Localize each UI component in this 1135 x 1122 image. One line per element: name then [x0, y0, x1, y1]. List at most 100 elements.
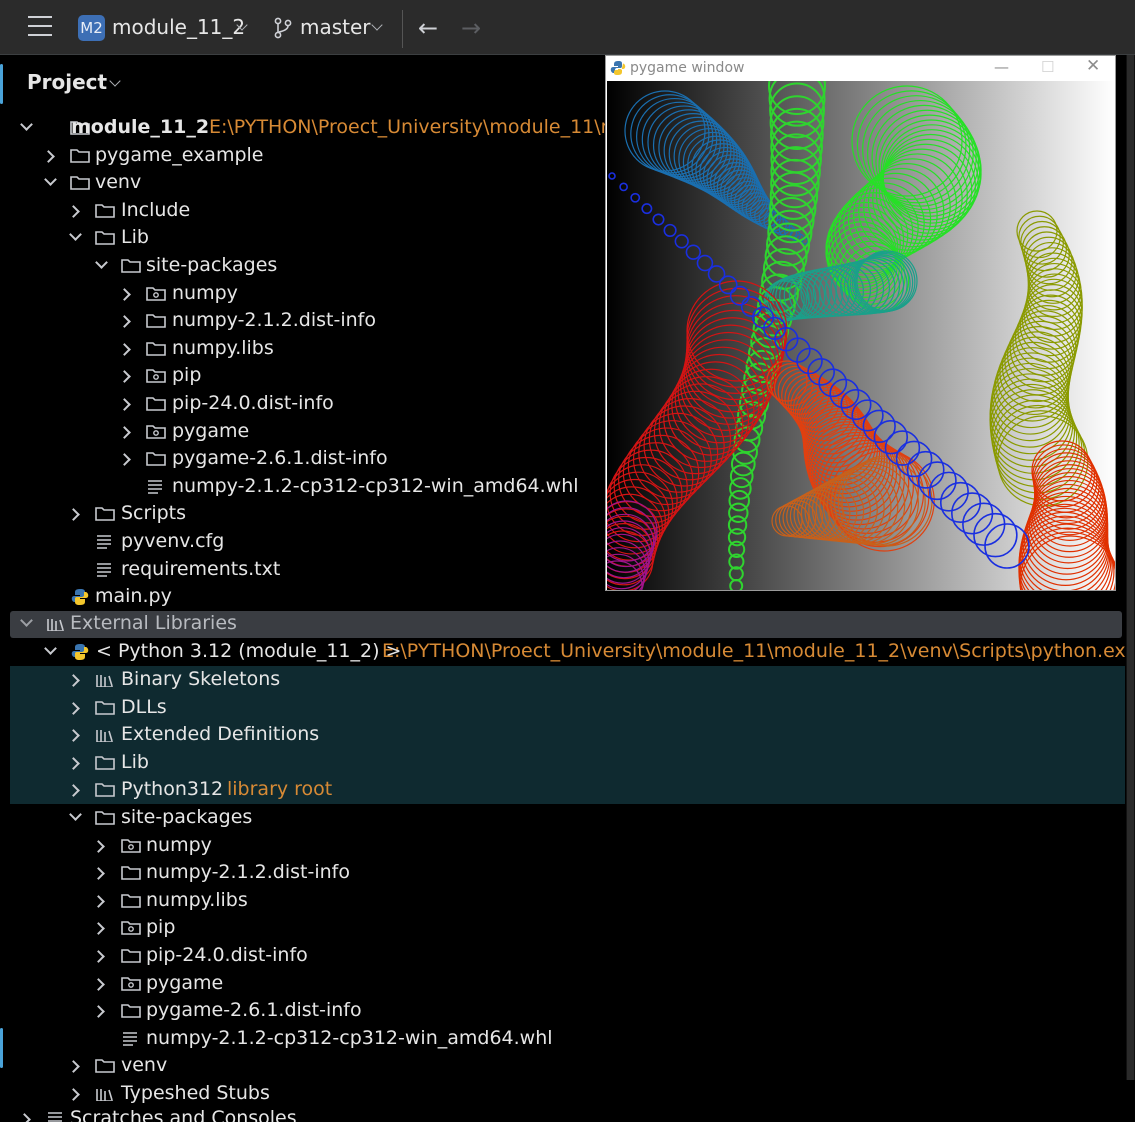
chevron-right-icon[interactable]: [92, 867, 105, 880]
chevron-right-icon[interactable]: [67, 784, 80, 797]
package-icon: [146, 369, 166, 383]
chevron-right-icon[interactable]: [92, 840, 105, 853]
tree-item-label: pip-24.0.dist-info: [146, 944, 308, 966]
branch-icon[interactable]: [273, 17, 293, 39]
folder-icon: [121, 866, 141, 880]
chevron-right-icon[interactable]: [67, 508, 80, 521]
package-icon: [146, 287, 166, 301]
pygame-titlebar[interactable]: pygame window — ☐ ✕: [606, 56, 1115, 81]
chevron-right-icon[interactable]: [118, 315, 131, 328]
tree-item-label: numpy.libs: [146, 889, 248, 911]
scrollbar[interactable]: [1126, 55, 1135, 1080]
tree-item-lib-ext[interactable]: Lib: [10, 750, 1122, 778]
tree-item-extended-definitions[interactable]: Extended Definitions: [10, 722, 1122, 750]
main-menu-icon[interactable]: [28, 16, 52, 38]
tree-item-label: pip: [172, 364, 202, 386]
tool-window-indicator[interactable]: [0, 64, 3, 104]
tree-item-python-sdk[interactable]: < Python 3.12 (module_11_2) > E:\PYTHON\…: [10, 639, 1135, 667]
tree-item-label: Include: [121, 199, 191, 221]
tool-window-indicator[interactable]: [0, 1028, 3, 1068]
folder-icon: [146, 397, 166, 411]
chevron-right-icon[interactable]: [67, 702, 80, 715]
minimize-icon[interactable]: —: [994, 58, 1009, 76]
pygame-window[interactable]: pygame window — ☐ ✕: [605, 55, 1116, 591]
tree-item-dlls[interactable]: DLLs: [10, 695, 1122, 723]
tree-item-typeshed[interactable]: Typeshed Stubs: [10, 1081, 1122, 1109]
title-bar: M2 module_11_2 master ← →: [0, 0, 1135, 55]
tree-item-python312[interactable]: Python312 library root: [10, 777, 1122, 805]
chevron-right-icon[interactable]: [18, 1113, 31, 1122]
tree-item-pygame-ext[interactable]: pygame: [10, 971, 1122, 999]
chevron-right-icon[interactable]: [92, 895, 105, 908]
branch-selector[interactable]: master: [300, 15, 371, 39]
chevron-right-icon[interactable]: [118, 453, 131, 466]
forward-arrow-icon[interactable]: →: [461, 14, 481, 42]
folder-icon: [121, 1004, 141, 1018]
tree-item-label: pygame: [146, 972, 224, 994]
chevron-right-icon[interactable]: [118, 288, 131, 301]
maximize-icon[interactable]: ☐: [1041, 58, 1054, 76]
tree-item-label: Python312: [121, 778, 224, 800]
chevron-right-icon[interactable]: [67, 757, 80, 770]
tree-item-numpy-ext[interactable]: numpy: [10, 833, 1122, 861]
chevron-right-icon[interactable]: [92, 978, 105, 991]
back-arrow-icon[interactable]: ←: [418, 14, 438, 42]
project-badge[interactable]: M2: [78, 15, 105, 41]
chevron-right-icon[interactable]: [67, 205, 80, 218]
chevron-right-icon[interactable]: [42, 150, 55, 163]
folder-icon: [95, 231, 115, 245]
chevron-right-icon[interactable]: [118, 398, 131, 411]
tree-item-pygame-dist-ext[interactable]: pygame-2.6.1.dist-info: [10, 998, 1122, 1026]
tree-item-label: External Libraries: [70, 612, 237, 634]
tree-item-external-libraries[interactable]: External Libraries: [10, 611, 1122, 638]
chevron-down-icon[interactable]: [371, 19, 383, 31]
folder-icon: [95, 783, 115, 797]
chevron-right-icon[interactable]: [67, 1088, 80, 1101]
tree-item-label: pip: [146, 916, 176, 938]
tree-item-label: site-packages: [121, 806, 253, 828]
chevron-right-icon[interactable]: [118, 370, 131, 383]
tree-item-label: numpy.libs: [172, 337, 274, 359]
chevron-right-icon[interactable]: [118, 426, 131, 439]
text-file-icon: [96, 563, 112, 577]
pygame-canvas[interactable]: [607, 81, 1115, 590]
tree-item-pip-ext[interactable]: pip: [10, 915, 1122, 943]
chevron-right-icon[interactable]: [92, 1005, 105, 1018]
chevron-down-icon[interactable]: [69, 228, 82, 241]
text-file-icon: [147, 480, 163, 494]
pygame-logo-icon: [610, 61, 626, 75]
chevron-down-icon[interactable]: [20, 614, 33, 627]
tree-item-numpy-dist-ext[interactable]: numpy-2.1.2.dist-info: [10, 860, 1122, 888]
tree-item-label: venv: [121, 1054, 168, 1076]
chevron-down-icon[interactable]: [109, 75, 121, 87]
panel-title[interactable]: Project: [27, 70, 107, 94]
chevron-right-icon[interactable]: [67, 674, 80, 687]
project-selector[interactable]: module_11_2: [112, 15, 245, 39]
tree-item-label: module_11_2: [71, 116, 210, 138]
chevron-right-icon[interactable]: [92, 950, 105, 963]
folder-icon: [146, 452, 166, 466]
tree-item-venv-ext[interactable]: venv: [10, 1053, 1122, 1081]
chevron-right-icon[interactable]: [92, 922, 105, 935]
chevron-down-icon[interactable]: [20, 118, 33, 131]
tree-item-numpy-libs-ext[interactable]: numpy.libs: [10, 888, 1122, 916]
chevron-right-icon[interactable]: [67, 729, 80, 742]
chevron-down-icon[interactable]: [95, 256, 108, 269]
chevron-down-icon[interactable]: [69, 808, 82, 821]
folder-icon: [95, 756, 115, 770]
chevron-down-icon[interactable]: [44, 642, 57, 655]
close-icon[interactable]: ✕: [1086, 56, 1100, 76]
folder-icon: [70, 149, 90, 163]
chevron-down-icon[interactable]: [44, 173, 57, 186]
tree-item-whl-ext[interactable]: numpy-2.1.2-cp312-cp312-win_amd64.whl: [10, 1026, 1122, 1054]
tree-item-label: DLLs: [121, 696, 167, 718]
chevron-right-icon[interactable]: [67, 1060, 80, 1073]
tree-item-site-packages-ext[interactable]: site-packages: [10, 805, 1122, 833]
library-icon: [96, 674, 114, 687]
chevron-right-icon[interactable]: [118, 343, 131, 356]
folder-icon: [95, 507, 115, 521]
package-icon: [121, 921, 141, 935]
tree-item-scratches[interactable]: Scratches and Consoles: [10, 1106, 1122, 1122]
tree-item-binary-skeletons[interactable]: Binary Skeletons: [10, 667, 1122, 695]
tree-item-pip-dist-ext[interactable]: pip-24.0.dist-info: [10, 943, 1122, 971]
